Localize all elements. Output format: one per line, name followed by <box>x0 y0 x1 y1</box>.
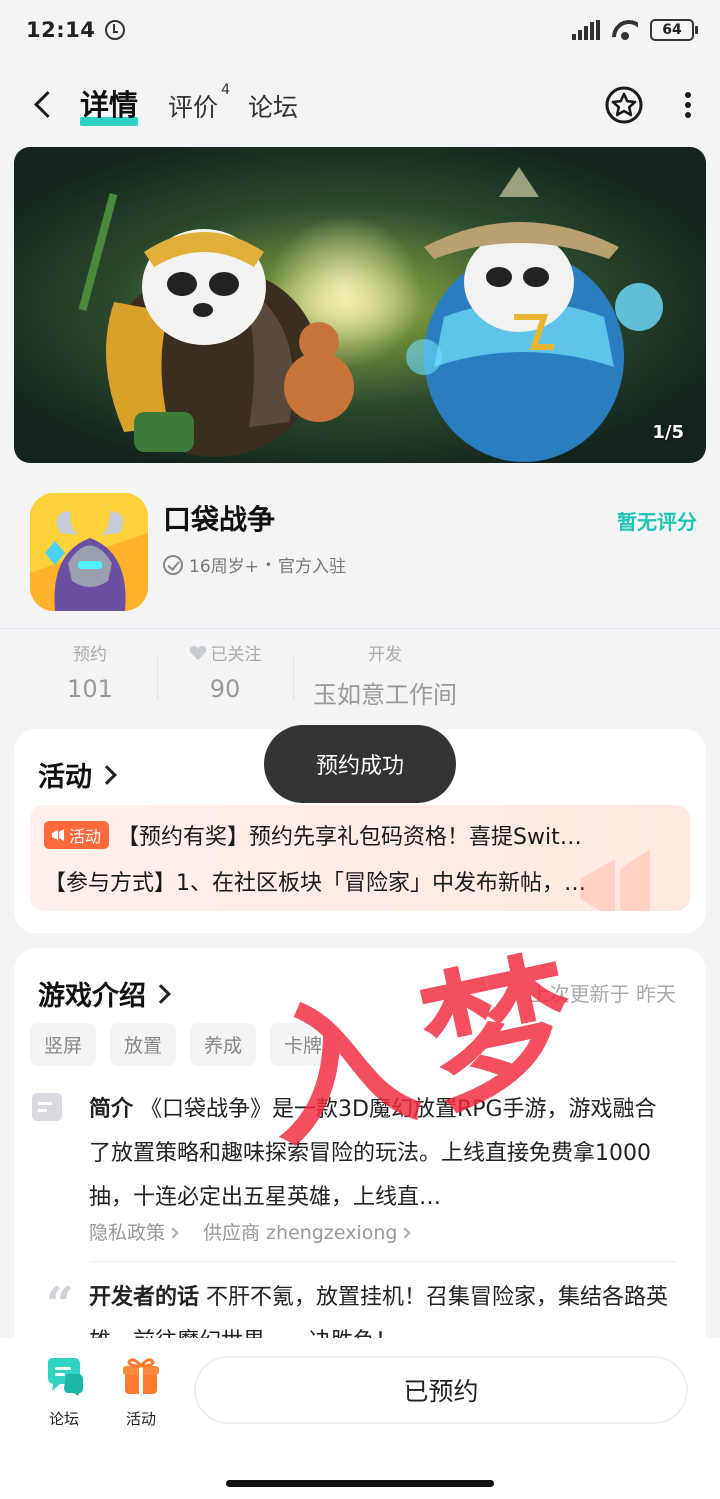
banner-panda-monk <box>406 167 663 462</box>
alarm-icon <box>105 20 126 40</box>
banner-counter: 1/5 <box>652 422 684 443</box>
intro-title: 游戏介绍 <box>38 981 146 1012</box>
summary-body: 《口袋战争》是一款3D魔幻放置RPG手游，游戏融合了放置策略和趣味探索冒险的玩法… <box>89 1097 657 1210</box>
review-count-badge: 4 <box>221 82 231 98</box>
stat-developer-label: 开发 <box>368 645 402 665</box>
activity-headline: 【预约有奖】预约先享礼包码资格！喜提Swit… <box>117 825 582 850</box>
stat-reservations-value: 101 <box>67 675 113 703</box>
gift-icon <box>123 1358 159 1394</box>
status-time: 12:14 <box>26 18 96 42</box>
supplier-link[interactable]: 供应商 zhengzexiong <box>203 1218 412 1245</box>
divider <box>90 1261 676 1262</box>
stat-followers-label-wrap: 已关注 <box>170 640 280 665</box>
game-app-icon <box>30 493 148 611</box>
more-options-icon[interactable] <box>684 92 692 118</box>
reserved-button[interactable]: 已预约 <box>194 1356 688 1424</box>
tab-bar: 详情 评价 4 论坛 <box>80 82 298 128</box>
game-title: 口袋战争 <box>163 503 276 536</box>
tag-item[interactable]: 养成 <box>190 1023 257 1066</box>
activity-tag-label: 活动 <box>69 827 102 846</box>
official-label: 官方入驻 <box>277 557 346 577</box>
meta-separator: • <box>264 557 272 572</box>
signal-icon <box>572 20 600 40</box>
activity-label: 活动 <box>125 1410 156 1428</box>
top-nav: 详情 评价 4 论坛 <box>0 70 720 140</box>
forum-label: 论坛 <box>48 1410 79 1428</box>
stat-separator <box>293 658 294 700</box>
favorite-star-icon[interactable] <box>604 85 644 125</box>
back-icon[interactable] <box>28 88 62 122</box>
heart-icon <box>189 645 206 660</box>
tag-list: 竖屏 放置 养成 卡牌 <box>30 1023 337 1066</box>
tag-item[interactable]: 放置 <box>110 1023 177 1066</box>
tag-item[interactable]: 卡牌 <box>270 1023 337 1066</box>
supplier-label: 供应商 zhengzexiong <box>203 1222 398 1244</box>
privacy-policy-label: 隐私政策 <box>89 1222 166 1244</box>
bottom-bar: 论坛 活动 已预约 <box>0 1338 720 1499</box>
stat-developer-value: 玉如意工作间 <box>313 681 457 709</box>
update-info: 上次更新于 昨天 <box>529 982 676 1006</box>
stat-reservations: 预约 101 <box>40 640 140 703</box>
age-rating: 16周岁+ <box>189 557 259 577</box>
game-meta: 16周岁+ • 官方入驻 <box>163 552 346 577</box>
tab-reviews-label: 评价 <box>168 93 219 122</box>
stat-followers[interactable]: 已关注 90 <box>170 640 280 703</box>
forum-chat-icon <box>48 1358 83 1396</box>
stat-separator <box>157 658 158 700</box>
home-indicator[interactable] <box>226 1480 494 1487</box>
activity-header[interactable]: 活动 <box>38 755 117 794</box>
stat-followers-label: 已关注 <box>210 645 262 665</box>
activity-button[interactable]: 活动 <box>101 1356 181 1429</box>
summary-label: 简介 <box>89 1097 134 1122</box>
stat-followers-value: 90 <box>209 675 241 703</box>
quote-icon: “ <box>46 1277 74 1333</box>
status-bar: 12:14 64 <box>0 0 720 60</box>
summary-text: 简介 《口袋战争》是一款3D魔幻放置RPG手游，游戏融合了放置策略和趣味探索冒险… <box>89 1088 669 1220</box>
battery-icon: 64 <box>650 19 698 41</box>
chevron-right-icon <box>399 1227 412 1239</box>
stat-developer[interactable]: 开发 玉如意工作间 <box>300 640 470 710</box>
intro-header[interactable]: 游戏介绍 <box>38 974 171 1013</box>
tag-item[interactable]: 竖屏 <box>30 1023 97 1066</box>
toast-message: 预约成功 <box>264 725 456 803</box>
document-icon <box>32 1093 62 1121</box>
stat-reservations-label: 预约 <box>73 645 107 665</box>
stats-row: 预约 101 已关注 90 开发 玉如意工作间 <box>0 640 720 720</box>
activity-title: 活动 <box>38 762 92 793</box>
tab-details[interactable]: 详情 <box>80 82 139 128</box>
verified-check-icon <box>163 554 183 575</box>
activity-item[interactable]: 活动 【预约有奖】预约先享礼包码资格！喜提Swit… 【参与方式】1、在社区板块… <box>30 805 690 911</box>
tab-reviews[interactable]: 评价 4 <box>168 82 230 128</box>
developer-words-label: 开发者的话 <box>89 1285 200 1310</box>
activity-tag: 活动 <box>44 821 110 849</box>
game-info: 口袋战争 16周岁+ • 官方入驻 暂无评分 <box>30 490 700 611</box>
chevron-right-icon <box>97 764 117 785</box>
banner-panda-warrior <box>78 193 354 457</box>
chevron-right-icon <box>151 983 171 1004</box>
megaphone-watermark-icon <box>580 849 650 911</box>
banner-carousel[interactable]: 1/5 <box>14 147 706 463</box>
tab-forum[interactable]: 论坛 <box>248 88 298 128</box>
megaphone-icon <box>52 829 64 841</box>
wifi-icon <box>612 20 638 40</box>
privacy-policy-link[interactable]: 隐私政策 <box>89 1218 179 1245</box>
divider <box>0 628 720 629</box>
forum-button[interactable]: 论坛 <box>24 1356 104 1429</box>
policy-links: 隐私政策 供应商 zhengzexiong <box>89 1218 412 1245</box>
tab-forum-label: 论坛 <box>248 93 299 122</box>
chevron-right-icon <box>167 1227 179 1239</box>
rating-label: 暂无评分 <box>617 510 697 534</box>
tab-details-label: 详情 <box>80 88 139 122</box>
intro-card: 游戏介绍 上次更新于 昨天 竖屏 放置 养成 卡牌 简介 《口袋战争》是一款3D… <box>14 948 706 1368</box>
